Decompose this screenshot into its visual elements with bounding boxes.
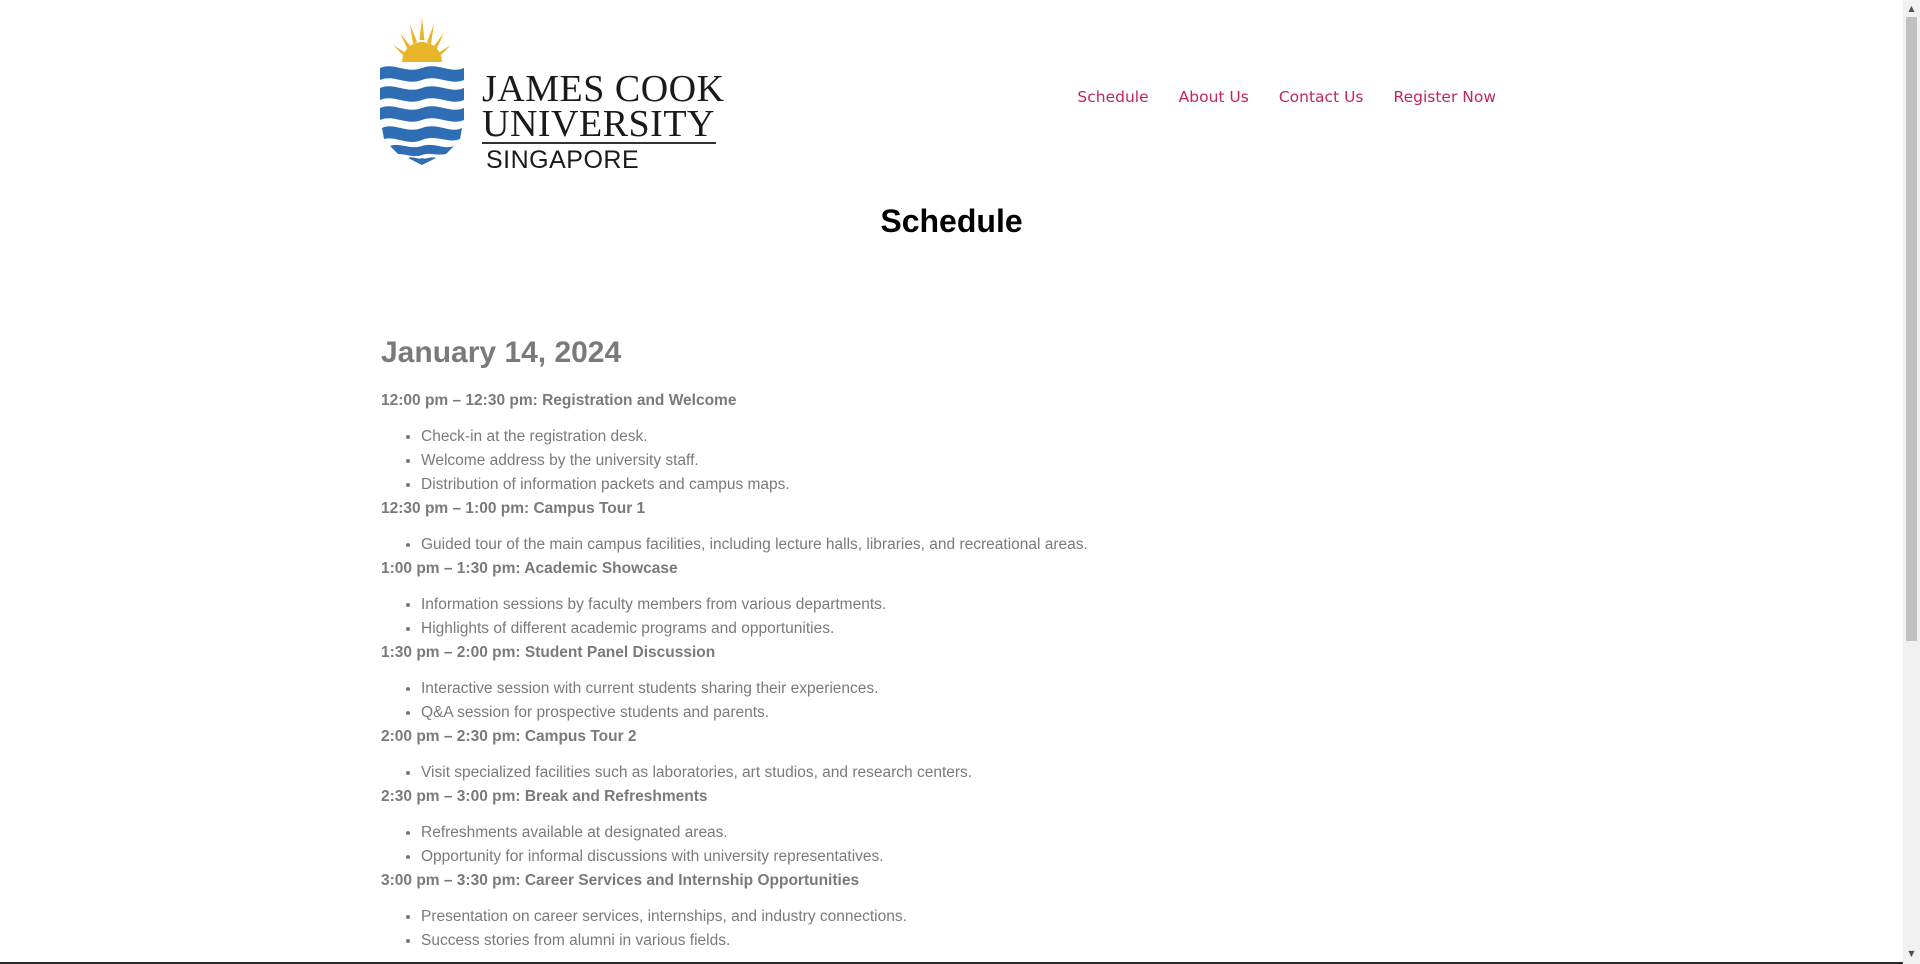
session-list: Check-in at the registration desk. Welco… xyxy=(381,425,1511,497)
session-title: 2:00 pm – 2:30 pm: Campus Tour 2 xyxy=(381,728,637,745)
nav-link-about-us[interactable]: About Us xyxy=(1179,88,1249,106)
session-block: 2:30 pm – 3:00 pm: Break and Refreshment… xyxy=(381,785,1511,869)
session-list: Interactive session with current student… xyxy=(381,677,1511,725)
logo-line-singapore: SINGAPORE xyxy=(486,146,640,174)
session-list: Guided tour of the main campus facilitie… xyxy=(381,533,1511,557)
session-block: 1:00 pm – 1:30 pm: Academic Showcase Inf… xyxy=(381,557,1511,641)
nav-link-schedule[interactable]: Schedule xyxy=(1077,88,1148,106)
session-block: 12:30 pm – 1:00 pm: Campus Tour 1 Guided… xyxy=(381,497,1511,557)
nav-link-contact-us[interactable]: Contact Us xyxy=(1279,88,1364,106)
list-item: Information sessions by faculty members … xyxy=(421,593,1511,617)
session-list: Information sessions by faculty members … xyxy=(381,593,1511,641)
list-item: Highlights of different academic program… xyxy=(421,617,1511,641)
logo-line-university: UNIVERSITY xyxy=(482,103,715,145)
list-item: Q&A session for prospective students and… xyxy=(421,701,1511,725)
scroll-down-arrow-icon[interactable]: ▼ xyxy=(1903,945,1920,962)
session-block: 1:30 pm – 2:00 pm: Student Panel Discuss… xyxy=(381,641,1511,725)
session-list: Presentation on career services, interns… xyxy=(381,905,1511,953)
jcu-crest-icon xyxy=(380,18,464,165)
session-title: 3:00 pm – 3:30 pm: Career Services and I… xyxy=(381,872,860,889)
scroll-up-arrow-icon[interactable]: ▲ xyxy=(1903,0,1920,17)
jcu-logo[interactable]: JAMES COOK UNIVERSITY SINGAPORE xyxy=(380,18,725,174)
page: JAMES COOK UNIVERSITY SINGAPORE Schedule… xyxy=(0,0,1920,964)
list-item: Interactive session with current student… xyxy=(421,677,1511,701)
list-item: Presentation on career services, interns… xyxy=(421,905,1511,929)
list-item: Check-in at the registration desk. xyxy=(421,425,1511,449)
session-list: Visit specialized facilities such as lab… xyxy=(381,761,1511,785)
session-title: 1:30 pm – 2:00 pm: Student Panel Discuss… xyxy=(381,644,716,661)
schedule-date-heading: January 14, 2024 xyxy=(381,336,622,369)
list-item: Refreshments available at designated are… xyxy=(421,821,1511,845)
list-item: Distribution of information packets and … xyxy=(421,473,1511,497)
site-header: JAMES COOK UNIVERSITY SINGAPORE Schedule… xyxy=(380,18,1510,174)
list-item: Success stories from alumni in various f… xyxy=(421,929,1511,953)
list-item: Welcome address by the university staff. xyxy=(421,449,1511,473)
session-list: Refreshments available at designated are… xyxy=(381,821,1511,869)
session-block: 12:00 pm – 12:30 pm: Registration and We… xyxy=(381,389,1511,497)
list-item: Visit specialized facilities such as lab… xyxy=(421,761,1511,785)
nav-link-register-now[interactable]: Register Now xyxy=(1394,88,1497,106)
page-title: Schedule xyxy=(880,203,1023,239)
list-item: Guided tour of the main campus facilitie… xyxy=(421,533,1511,557)
list-item: Opportunity for informal discussions wit… xyxy=(421,845,1511,869)
main-nav: Schedule About Us Contact Us Register No… xyxy=(1047,88,1496,106)
session-title: 1:00 pm – 1:30 pm: Academic Showcase xyxy=(381,560,678,577)
logo-divider xyxy=(482,142,716,144)
session-title: 12:00 pm – 12:30 pm: Registration and We… xyxy=(381,392,737,409)
scrollbar-thumb[interactable] xyxy=(1906,17,1917,641)
logo-wordmark: JAMES COOK UNIVERSITY xyxy=(482,70,725,143)
session-title: 2:30 pm – 3:00 pm: Break and Refreshment… xyxy=(381,788,708,805)
session-block: 2:00 pm – 2:30 pm: Campus Tour 2 Visit s… xyxy=(381,725,1511,785)
content-area: JAMES COOK UNIVERSITY SINGAPORE Schedule… xyxy=(0,0,1903,962)
vertical-scrollbar[interactable]: ▲ ▼ xyxy=(1903,0,1920,964)
session-title: 12:30 pm – 1:00 pm: Campus Tour 1 xyxy=(381,500,646,517)
schedule-section: January 14, 2024 12:00 pm – 12:30 pm: Re… xyxy=(381,335,1511,953)
session-block: 3:00 pm – 3:30 pm: Career Services and I… xyxy=(381,869,1511,953)
